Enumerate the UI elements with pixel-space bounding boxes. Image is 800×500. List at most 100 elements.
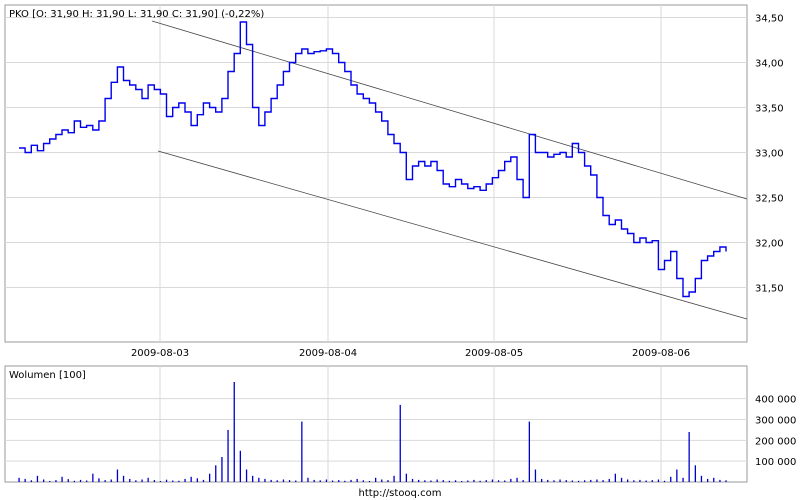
volume-bar xyxy=(227,429,229,482)
volume-bar xyxy=(165,479,168,482)
volume-bar xyxy=(590,479,592,482)
price-x-axis: 2009-08-03 2009-08-04 2009-08-05 2009-08-06 xyxy=(131,348,690,359)
volume-bar xyxy=(651,480,653,482)
volume-bar xyxy=(116,469,119,482)
volume-bar xyxy=(719,479,721,482)
volume-bar xyxy=(461,481,463,482)
volume-bar xyxy=(725,480,727,482)
volume-bar xyxy=(393,475,395,483)
volume-bar xyxy=(584,480,586,482)
volume-bar xyxy=(184,478,186,482)
volume-bar xyxy=(454,480,457,482)
volume-bar xyxy=(245,469,248,482)
volume-bar xyxy=(657,479,660,482)
volume-bar xyxy=(571,480,573,482)
volume-bar xyxy=(79,479,82,482)
volume-bar xyxy=(547,479,549,482)
volume-bar xyxy=(577,480,580,483)
volume-bar xyxy=(233,382,235,482)
volume-bar xyxy=(411,478,414,482)
volume-bar xyxy=(18,477,20,482)
volume-bar xyxy=(325,479,328,482)
volume-bar xyxy=(307,477,309,482)
volume-title: Wolumen [100] xyxy=(9,370,86,381)
volume-bar xyxy=(608,478,610,482)
volume-bar xyxy=(368,481,371,482)
volume-bar xyxy=(645,480,647,482)
volume-bar xyxy=(122,475,125,483)
volume-bar xyxy=(350,479,352,482)
volume-bar xyxy=(129,478,131,482)
volume-bar xyxy=(663,480,666,483)
price-y-tick-label: 33,50 xyxy=(755,104,784,115)
volume-y-tick-label: 400 000 xyxy=(755,395,796,406)
price-y-axis: 31,50 32,00 32,50 33,00 33,50 34,00 34,50 xyxy=(755,14,784,295)
volume-bar xyxy=(504,480,506,482)
volume-bar xyxy=(688,432,690,482)
volume-bar xyxy=(700,475,703,483)
volume-bar xyxy=(442,480,444,482)
volume-bar xyxy=(282,479,285,482)
volume-bar xyxy=(61,476,63,482)
quote-header: PKO [O: 31,90 H: 31,90 L: 31,90 C: 31,90… xyxy=(9,9,264,20)
price-y-tick-label: 34,50 xyxy=(755,14,784,25)
volume-bar xyxy=(43,479,45,482)
volume-bar xyxy=(620,477,623,482)
volume-bar xyxy=(516,477,518,482)
volume-bar xyxy=(264,478,266,482)
volume-bar xyxy=(528,421,530,482)
volume-bar xyxy=(424,480,426,482)
price-y-tick-label: 34,00 xyxy=(755,59,784,70)
volume-bar xyxy=(92,473,94,482)
price-x-tick-label: 2009-08-04 xyxy=(299,348,357,359)
chart-canvas: 31,50 32,00 32,50 33,00 33,50 34,00 34,50 2009… xyxy=(4,4,796,499)
volume-bar xyxy=(473,479,475,482)
volume-bar xyxy=(430,480,432,482)
volume-bar xyxy=(510,478,512,482)
volume-bar xyxy=(467,480,469,482)
volume-bar xyxy=(381,479,383,482)
volume-y-tick-label: 100 000 xyxy=(755,457,796,468)
price-y-tick-label: 32,50 xyxy=(755,194,784,205)
volume-bar xyxy=(221,457,223,482)
volume-bar xyxy=(209,473,211,482)
volume-bar xyxy=(399,404,401,482)
volume-bar xyxy=(553,480,555,482)
price-x-tick-label: 2009-08-03 xyxy=(131,348,189,359)
volume-bar xyxy=(448,480,450,483)
volume-bar xyxy=(541,478,543,482)
volume-bar xyxy=(694,465,696,482)
volume-bar xyxy=(239,450,241,483)
volume-bar xyxy=(676,469,678,482)
volume-bar xyxy=(356,478,358,482)
volume-bar xyxy=(670,476,672,482)
volume-bar xyxy=(288,480,291,482)
volume-bar xyxy=(491,479,494,482)
volume-bar xyxy=(258,477,260,482)
volume-bar xyxy=(172,480,174,482)
volume-y-tick-label: 200 000 xyxy=(755,436,796,447)
volume-bar xyxy=(436,479,438,482)
volume-bar xyxy=(418,479,420,482)
volume-bar xyxy=(86,480,88,482)
volume-bar xyxy=(196,478,198,483)
volume-bar xyxy=(55,480,57,482)
volume-bar xyxy=(301,421,303,482)
volume-bar xyxy=(387,480,389,482)
volume-bar xyxy=(713,477,715,482)
volume-bar xyxy=(614,473,616,482)
volume-bar xyxy=(362,480,364,482)
volume-bar xyxy=(707,478,709,482)
volume-bar xyxy=(682,477,684,482)
volume-panel-frame xyxy=(4,365,748,483)
source-footer[interactable]: http://stooq.com xyxy=(359,488,442,499)
volume-bar xyxy=(639,479,641,482)
volume-bar xyxy=(49,481,51,482)
volume-bar xyxy=(30,480,32,482)
volume-bar xyxy=(110,479,112,482)
volume-bar xyxy=(147,477,149,482)
volume-y-tick-label: 300 000 xyxy=(755,416,796,427)
volume-bar xyxy=(190,476,192,482)
volume-bar xyxy=(73,480,75,483)
price-y-tick-label: 33,00 xyxy=(755,149,784,160)
